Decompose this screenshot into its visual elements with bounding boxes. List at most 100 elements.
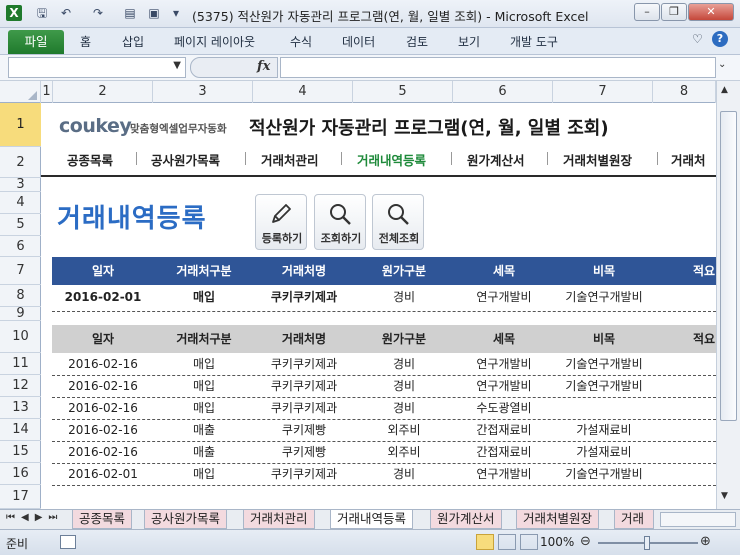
page-layout-view-icon[interactable] [498, 534, 516, 550]
restore-button[interactable]: ❐ [661, 3, 687, 21]
list-cell-vendor[interactable]: 쿠키제빵 [254, 419, 354, 441]
row-header[interactable]: 7 [0, 257, 41, 285]
list-cell-memo[interactable] [654, 419, 716, 441]
nav-item[interactable]: 공사원가목록 [151, 150, 220, 169]
list-cell-vendor[interactable]: 쿠키쿠키제과 [254, 353, 354, 375]
list-cell-memo[interactable] [654, 463, 716, 485]
search-button[interactable]: 조회하기 [314, 194, 366, 250]
redo-icon[interactable]: ↷ [90, 5, 106, 21]
list-cell-item[interactable]: 연구개발비 [454, 375, 554, 397]
tab-view[interactable]: 보기 [458, 33, 480, 50]
list-cell-type[interactable]: 매출 [154, 441, 254, 463]
tab-insert[interactable]: 삽입 [122, 33, 144, 50]
tab-data[interactable]: 데이터 [342, 33, 375, 50]
worksheet[interactable]: coukey 맞춤형엑셀업무자동화 적산원가 자동관리 프로그램(연, 월, 일… [41, 103, 716, 509]
row-header[interactable]: 1 [0, 103, 41, 147]
list-cell-cost-type[interactable]: 경비 [354, 353, 454, 375]
list-cell-expense[interactable] [554, 397, 654, 419]
column-header[interactable]: 1 [41, 81, 53, 103]
input-cell-item[interactable]: 연구개발비 [454, 286, 554, 308]
ribbon-collapse-icon[interactable]: ♡ [692, 32, 703, 46]
expand-formula-bar-icon[interactable]: ⌄ [718, 59, 726, 70]
input-cell-type[interactable]: 매입 [154, 286, 254, 308]
scroll-up-icon[interactable]: ▲ [721, 85, 728, 95]
row-header[interactable]: 15 [0, 441, 41, 463]
list-cell-memo[interactable] [654, 441, 716, 463]
list-cell-type[interactable]: 매입 [154, 463, 254, 485]
list-cell-item[interactable]: 간접재료비 [454, 441, 554, 463]
zoom-level[interactable]: 100% [540, 535, 574, 549]
row-header[interactable]: 14 [0, 419, 41, 441]
list-cell-expense[interactable]: 기술연구개발비 [554, 463, 654, 485]
form-icon[interactable]: ▤ [122, 5, 138, 21]
list-cell-vendor[interactable]: 쿠키쿠키제과 [254, 375, 354, 397]
undo-icon[interactable]: ↶ [58, 5, 74, 21]
search-all-button[interactable]: 전체조회 [372, 194, 424, 250]
column-header[interactable]: 7 [553, 81, 653, 103]
list-cell-type[interactable]: 매입 [154, 353, 254, 375]
list-cell-vendor[interactable]: 쿠키제빵 [254, 441, 354, 463]
close-button[interactable]: ✕ [688, 3, 734, 21]
tab-review[interactable]: 검토 [406, 33, 428, 50]
column-header[interactable]: 5 [353, 81, 453, 103]
tab-page-layout[interactable]: 페이지 레이아웃 [174, 33, 255, 50]
list-cell-cost-type[interactable]: 경비 [354, 463, 454, 485]
list-cell-type[interactable]: 매입 [154, 375, 254, 397]
list-cell-type[interactable]: 매입 [154, 397, 254, 419]
row-header[interactable]: 5 [0, 214, 41, 236]
vertical-scrollbar[interactable]: ▲ ▼ [716, 81, 740, 509]
list-cell-memo[interactable] [654, 397, 716, 419]
input-cell-expense[interactable]: 기술연구개발비 [554, 286, 654, 308]
sheet-tab[interactable]: 거래 [614, 510, 654, 529]
nav-item-active[interactable]: 거래내역등록 [357, 150, 426, 169]
list-cell-item[interactable]: 수도광열비 [454, 397, 554, 419]
list-cell-cost-type[interactable]: 외주비 [354, 419, 454, 441]
insert-function-icon[interactable]: fx [257, 59, 270, 74]
sheet-tab-active[interactable]: 거래내역등록 [330, 510, 414, 529]
zoom-in-icon[interactable]: ⊕ [700, 534, 711, 549]
name-box[interactable]: ▼ [8, 57, 186, 78]
nav-item[interactable]: 거래처별원장 [563, 150, 632, 169]
row-header[interactable]: 11 [0, 353, 41, 375]
row-header[interactable]: 8 [0, 285, 41, 307]
tab-file[interactable]: 파일 [8, 30, 64, 54]
save-icon[interactable]: 🖫 [34, 5, 50, 21]
input-cell-date[interactable]: 2016-02-01 [52, 286, 154, 308]
list-cell-expense[interactable]: 가설재료비 [554, 441, 654, 463]
row-header[interactable]: 9 [0, 306, 41, 321]
scroll-thumb[interactable] [720, 111, 737, 421]
normal-view-icon[interactable] [476, 534, 494, 550]
tab-developer[interactable]: 개발 도구 [510, 33, 558, 50]
list-cell-date[interactable]: 2016-02-01 [52, 463, 154, 485]
row-header[interactable]: 12 [0, 375, 41, 397]
zoom-out-icon[interactable]: ⊖ [580, 534, 591, 549]
list-cell-date[interactable]: 2016-02-16 [52, 441, 154, 463]
list-cell-vendor[interactable]: 쿠키쿠키제과 [254, 463, 354, 485]
help-icon[interactable]: ? [712, 31, 728, 47]
row-header[interactable]: 17 [0, 485, 41, 509]
horizontal-scrollbar[interactable] [660, 512, 736, 527]
nav-item[interactable]: 원가계산서 [467, 150, 525, 169]
row-header[interactable]: 10 [0, 321, 41, 353]
list-cell-item[interactable]: 연구개발비 [454, 353, 554, 375]
scroll-down-icon[interactable]: ▼ [721, 491, 728, 501]
nav-item[interactable]: 거래처관리 [261, 150, 319, 169]
list-cell-item[interactable]: 간접재료비 [454, 419, 554, 441]
tab-home[interactable]: 홈 [80, 33, 91, 50]
list-cell-cost-type[interactable]: 외주비 [354, 441, 454, 463]
list-cell-expense[interactable]: 가설재료비 [554, 419, 654, 441]
row-header[interactable]: 16 [0, 463, 41, 485]
tab-formulas[interactable]: 수식 [290, 33, 312, 50]
register-button[interactable]: 등록하기 [255, 194, 307, 250]
list-cell-memo[interactable] [654, 353, 716, 375]
camera-icon[interactable]: ▣ [146, 5, 162, 21]
row-header[interactable]: 6 [0, 236, 41, 257]
macro-record-icon[interactable] [60, 535, 76, 549]
sheet-tab[interactable]: 공사원가목록 [144, 510, 228, 529]
list-cell-cost-type[interactable]: 경비 [354, 375, 454, 397]
list-cell-expense[interactable]: 기술연구개발비 [554, 353, 654, 375]
input-cell-cost-type[interactable]: 경비 [354, 286, 454, 308]
list-cell-type[interactable]: 매출 [154, 419, 254, 441]
sheet-tab[interactable]: 거래처관리 [243, 510, 315, 529]
formula-input[interactable] [280, 57, 716, 78]
